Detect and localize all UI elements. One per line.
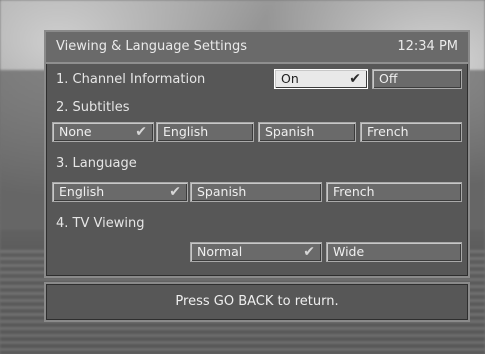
check-icon: ✔ bbox=[169, 184, 181, 200]
subtitles-spanish-option[interactable]: Spanish bbox=[258, 122, 356, 142]
option-label: English bbox=[163, 124, 209, 139]
subtitles-english-option[interactable]: English bbox=[156, 122, 254, 142]
footer-bar: Press GO BACK to return. bbox=[44, 282, 470, 322]
language-english-option[interactable]: English ✔ bbox=[52, 182, 188, 202]
option-label: French bbox=[333, 184, 375, 199]
go-back-hint: Press GO BACK to return. bbox=[175, 294, 339, 309]
language-french-option[interactable]: French bbox=[326, 182, 462, 202]
channel-information-off-option[interactable]: Off bbox=[372, 69, 462, 89]
option-label: Spanish bbox=[265, 124, 315, 139]
check-icon: ✔ bbox=[349, 71, 361, 87]
option-label: Wide bbox=[333, 244, 365, 259]
subtitles-french-option[interactable]: French bbox=[360, 122, 462, 142]
subtitles-label: 2. Subtitles bbox=[56, 100, 130, 115]
channel-information-label: 1. Channel Information bbox=[56, 72, 206, 87]
subtitles-none-option[interactable]: None ✔ bbox=[52, 122, 154, 142]
tv-viewing-label: 4. TV Viewing bbox=[56, 216, 145, 231]
tv-viewing-normal-option[interactable]: Normal ✔ bbox=[190, 242, 322, 262]
option-label: Off bbox=[379, 71, 398, 86]
option-label: Normal bbox=[197, 244, 243, 259]
language-label: 3. Language bbox=[56, 156, 137, 171]
option-label: None bbox=[59, 124, 92, 139]
settings-panel: Viewing & Language Settings 12:34 PM 1. … bbox=[44, 30, 470, 278]
option-label: French bbox=[367, 124, 409, 139]
channel-information-on-option[interactable]: On ✔ bbox=[274, 69, 368, 89]
page-title: Viewing & Language Settings bbox=[56, 39, 247, 54]
option-label: On bbox=[281, 71, 299, 86]
tv-viewing-wide-option[interactable]: Wide bbox=[326, 242, 462, 262]
option-label: Spanish bbox=[197, 184, 247, 199]
title-bar: Viewing & Language Settings 12:34 PM bbox=[46, 32, 468, 64]
check-icon: ✔ bbox=[303, 244, 315, 260]
language-spanish-option[interactable]: Spanish bbox=[190, 182, 322, 202]
check-icon: ✔ bbox=[135, 124, 147, 140]
clock: 12:34 PM bbox=[397, 39, 458, 54]
option-label: English bbox=[59, 184, 105, 199]
